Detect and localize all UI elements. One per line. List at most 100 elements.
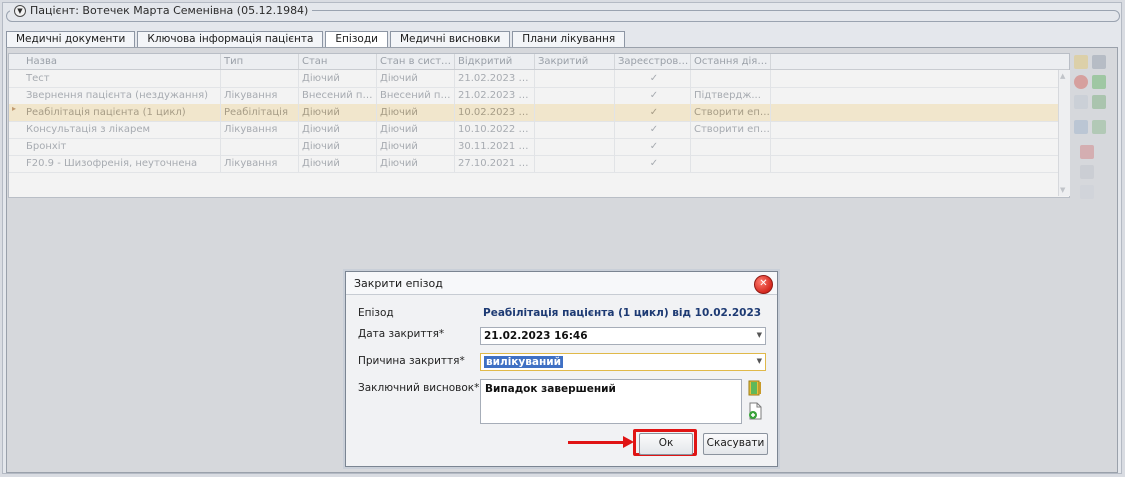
cell-state: Діючий [299,121,377,138]
cell-registered: ✓ [615,155,691,172]
cell-last-action [691,70,771,87]
close-reason-field[interactable]: вилікуваний ▼ [480,353,766,371]
conclusion-textarea[interactable]: Випадок завершений [480,379,742,424]
grid-scrollbar[interactable]: ▲ ▼ [1058,70,1070,196]
tab-medical-conclusions[interactable]: Медичні висновки [389,31,511,47]
cell-last-action: Підтвердж... [691,87,771,104]
collapse-toggle-icon[interactable]: ▼ [14,4,26,17]
cell-name: Тест [23,70,221,87]
col-header-system-state[interactable]: Стан в системі [377,54,455,69]
chevron-down-icon[interactable]: ▼ [757,331,762,339]
cell-name: F20.9 - Шизофренія, неуточнена [23,155,221,172]
cell-name: Реабілітація пацієнта (1 цикл) [23,104,221,121]
cell-opened: 10.02.2023 10:... [455,104,535,121]
episode-label: Епізод [358,307,394,319]
cell-closed [535,155,615,172]
col-header-state[interactable]: Стан [299,54,377,69]
cell-type [221,70,299,87]
document-icon[interactable] [1074,95,1088,109]
cell-opened: 21.02.2023 9:57 [455,87,535,104]
cell-closed [535,87,615,104]
row-indicator-icon: ▸ [12,104,17,113]
cell-closed [535,104,615,121]
cell-registered: ✓ [615,70,691,87]
cell-name: Консультація з лікарем [23,121,221,138]
cell-type [221,138,299,155]
cell-registered: ✓ [615,104,691,121]
tab-bar: Медичні документи Ключова інформація пац… [6,31,626,48]
cell-state: Діючий [299,104,377,121]
cell-opened: 30.11.2021 2:00 [455,138,535,155]
close-episode-dialog: Закрити епізод ✕ Епізод Реабілітація пац… [345,271,778,467]
cell-last-action: Створити епіз... [691,121,771,138]
cell-state: Діючий [299,138,377,155]
chevron-down-icon[interactable]: ▼ [757,357,762,365]
cell-last-action [691,155,771,172]
annotation-arrow [568,441,626,444]
col-header-registered[interactable]: Зареєстровано [615,54,691,69]
folder-icon[interactable] [1074,55,1088,69]
tab-episodes[interactable]: Епізоди [325,31,388,48]
close-date-field[interactable]: 21.02.2023 16:46 ▼ [480,327,766,345]
table-row[interactable]: F20.9 - Шизофренія, неуточнена Лікування Д… [9,155,1069,173]
tools-icon[interactable] [1092,55,1106,69]
cell-opened: 10.10.2022 10:... [455,121,535,138]
cell-state: Діючий [299,70,377,87]
export-icon[interactable] [1074,120,1088,134]
cell-closed [535,70,615,87]
edit-icon[interactable] [1092,95,1106,109]
add-document-icon[interactable] [747,402,763,420]
cell-state: Діючий [299,155,377,172]
cell-sys-state: Діючий [377,138,455,155]
ok-button[interactable]: Ок [639,433,693,455]
dialog-titlebar: Закрити епізод ✕ [346,272,777,295]
table-row[interactable]: ТестДіючийДіючий21.02.2023 15:...✓ [9,70,1069,88]
cell-registered: ✓ [615,121,691,138]
dialog-title: Закрити епізод [354,277,443,290]
col-header-type[interactable]: Тип [221,54,299,69]
cell-type: Реабілітація [221,104,299,121]
close-reason-value: вилікуваний [484,356,563,368]
cell-sys-state: Діючий [377,121,455,138]
refresh-icon[interactable] [1092,75,1106,89]
import-icon[interactable] [1092,120,1106,134]
tab-treatment-plans[interactable]: Плани лікування [512,31,626,47]
cell-type: Лікування [221,155,299,172]
patient-header: ▼ Пацієнт: Вотечек Марта Семенівна (05.1… [10,4,313,17]
cell-sys-state: Діючий [377,70,455,87]
cell-sys-state: Діючий [377,155,455,172]
table-row[interactable]: Бронхіт Діючий Діючий 30.11.2021 2:00 ✓ [9,138,1069,156]
cell-registered: ✓ [615,138,691,155]
tab-key-patient-info[interactable]: Ключова інформація пацієнта [137,31,324,47]
table-row[interactable]: ▸ Реабілітація пацієнта (1 цикл) Реабіліта… [9,104,1069,122]
close-date-value: 21.02.2023 16:46 [484,330,588,342]
col-header-name[interactable]: Назва [23,54,221,69]
close-date-label: Дата закриття* [358,328,445,340]
conclusion-value: Випадок завершений [485,383,616,395]
cell-closed [535,121,615,138]
cell-closed [535,138,615,155]
list-icon[interactable] [1080,165,1094,179]
scroll-up-icon[interactable]: ▲ [1060,72,1065,80]
col-header-closed[interactable]: Закритий [535,54,615,69]
table-row[interactable]: Звернення пацієнта (нездужання) Лікування… [9,87,1069,105]
patient-header-label: Пацієнт: Вотечек Марта Семенівна (05.12.… [30,4,309,17]
delete-icon[interactable] [1080,145,1094,159]
dialog-close-icon[interactable]: ✕ [754,275,773,294]
col-header-last-action[interactable]: Остання дія в сі [691,54,771,69]
cell-name: Бронхіт [23,138,221,155]
episodes-grid: Назва Тип Стан Стан в системі Відкритий … [8,53,1070,198]
table-row[interactable]: Консультація з лікарем Лікування Діючий Дію… [9,121,1069,139]
scroll-down-icon[interactable]: ▼ [1060,186,1065,194]
conclusion-label: Заключний висновок* [358,382,480,394]
tab-medical-documents[interactable]: Медичні документи [6,31,136,47]
attach-icon[interactable] [1080,185,1094,199]
cell-last-action: Створити епіз... [691,104,771,121]
cell-sys-state: Діючий [377,104,455,121]
close-reason-label: Причина закриття* [358,355,465,367]
cancel-icon[interactable] [1074,75,1088,89]
cell-last-action [691,138,771,155]
col-header-opened[interactable]: Відкритий [455,54,535,69]
cancel-button[interactable]: Скасувати [703,433,768,455]
book-icon[interactable] [747,380,763,396]
